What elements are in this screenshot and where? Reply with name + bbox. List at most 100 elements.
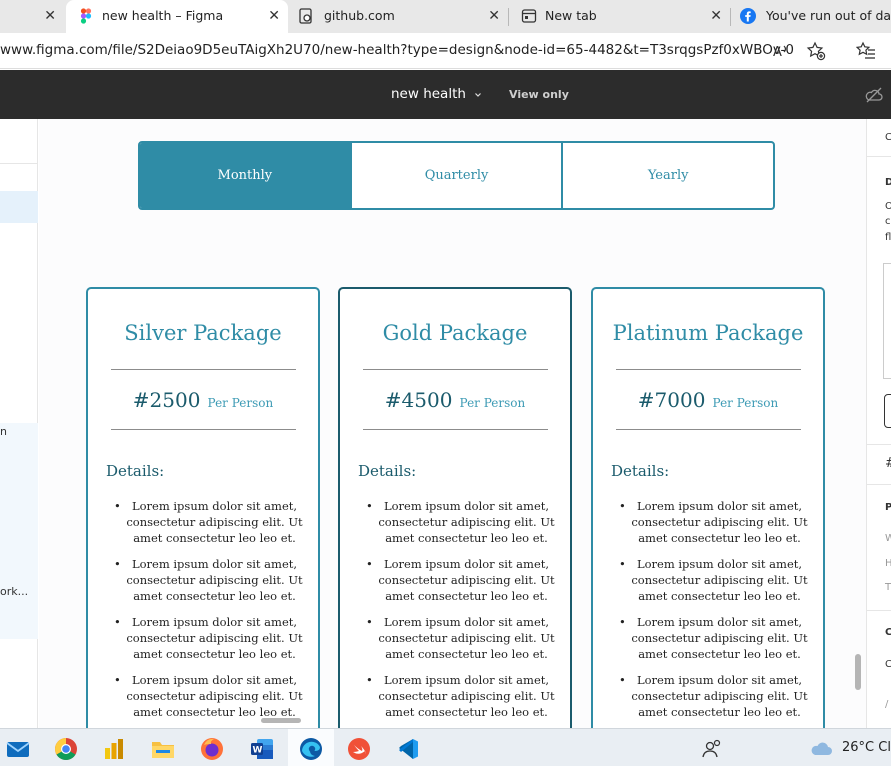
svg-text:W: W [253, 746, 263, 756]
price-unit: Per Person [712, 396, 779, 410]
browser-tab-facebook[interactable]: You've run out of data. [730, 0, 891, 33]
panel-label: C [885, 659, 891, 670]
copy-button[interactable] [884, 394, 891, 428]
feature-item: Lorem ipsum dolor sit amet, consectetur … [114, 672, 305, 720]
file-explorer-icon[interactable] [151, 737, 175, 761]
divider [616, 429, 801, 430]
panel-divider [0, 163, 38, 164]
panel-label: P [885, 502, 891, 513]
close-icon[interactable]: ✕ [710, 8, 722, 24]
chevron-down-icon[interactable] [473, 90, 483, 100]
card-price: #4500 Per Person [340, 388, 570, 412]
panel-label: D [885, 177, 891, 188]
feature-item: Lorem ipsum dolor sit amet, consectetur … [366, 556, 557, 604]
layer-group-highlight [0, 423, 38, 639]
panel-label: # [885, 456, 891, 471]
browser-tab-figma[interactable]: new health – Figma ✕ [66, 0, 288, 33]
billing-option-quarterly[interactable]: Quarterly [349, 143, 562, 208]
feature-item: Lorem ipsum dolor sit amet, consectetur … [366, 614, 557, 662]
vertical-scrollbar[interactable] [855, 654, 861, 690]
layers-panel: n ork... [0, 119, 38, 728]
github-icon [299, 8, 312, 24]
close-icon[interactable]: ✕ [488, 8, 500, 24]
tab-title: New tab [545, 8, 597, 23]
price-unit: Per Person [207, 396, 274, 410]
price-unit: Per Person [459, 396, 526, 410]
divider [111, 369, 296, 370]
feature-item: Lorem ipsum dolor sit amet, consectetur … [619, 614, 810, 662]
panel-divider [867, 484, 891, 485]
view-only-badge: View only [509, 88, 569, 101]
panel-label: / [885, 699, 889, 710]
feature-list: Lorem ipsum dolor sit amet, consectetur … [366, 498, 557, 728]
close-icon[interactable]: ✕ [44, 8, 56, 24]
weather-temperature[interactable]: 26°C Cl [842, 740, 891, 755]
panel-label: C [885, 627, 891, 638]
divider [111, 429, 296, 430]
panel-label: C [885, 132, 891, 143]
facebook-icon [740, 8, 756, 24]
selected-layer-row[interactable] [0, 191, 38, 223]
chrome-icon[interactable] [54, 737, 78, 761]
divider [363, 429, 548, 430]
power-bi-icon[interactable] [102, 737, 126, 761]
cloud-icon[interactable] [810, 736, 834, 760]
read-aloud-icon[interactable]: A [771, 41, 791, 61]
feature-item: Lorem ipsum dolor sit amet, consectetur … [114, 556, 305, 604]
panel-divider [867, 156, 891, 157]
panel-label: O [885, 201, 891, 212]
browser-tab-new-tab[interactable]: New tab ✕ [509, 0, 730, 33]
feature-list: Lorem ipsum dolor sit amet, consectetur … [114, 498, 305, 728]
properties-panel: C D O c fl # P W H T C C / [866, 119, 891, 728]
file-name[interactable]: new health [391, 86, 466, 102]
word-icon[interactable]: W [250, 737, 274, 761]
people-icon[interactable] [700, 737, 724, 761]
billing-option-monthly[interactable]: Monthly [140, 143, 350, 208]
url-field[interactable]: www.figma.com/file/S2Deiao9D5euTAigXh2U7… [0, 42, 794, 58]
svg-text:A: A [773, 45, 782, 60]
divider [616, 369, 801, 370]
panel-divider [867, 610, 891, 611]
close-icon[interactable]: ✕ [268, 8, 280, 24]
divider [363, 369, 548, 370]
horizontal-scrollbar[interactable] [261, 718, 301, 723]
mail-icon[interactable] [6, 737, 30, 761]
panel-label: H [885, 558, 891, 569]
design-canvas[interactable]: Monthly Quarterly Yearly Silver Package … [39, 119, 866, 728]
price-amount: #4500 [384, 388, 453, 412]
tab-title: You've run out of data. [766, 8, 891, 23]
feature-item: Lorem ipsum dolor sit amet, consectetur … [619, 556, 810, 604]
pricing-card-silver: Silver Package #2500 Per Person Details:… [86, 287, 320, 728]
browser-tab-strip: ✕ new health – Figma ✕ github.com ✕ New … [0, 0, 891, 33]
pricing-card-platinum: Platinum Package #7000 Per Person Detail… [591, 287, 825, 728]
card-title: Platinum Package [612, 321, 804, 345]
pricing-card-gold: Gold Package #4500 Per Person Details: L… [338, 287, 572, 728]
new-tab-icon [521, 9, 537, 23]
browser-tab[interactable]: ✕ [0, 0, 66, 33]
layer-label[interactable]: n [0, 425, 7, 438]
favorites-icon[interactable] [856, 41, 876, 61]
feature-item: Lorem ipsum dolor sit amet, consectetur … [114, 498, 305, 546]
add-favorite-icon[interactable] [806, 41, 826, 61]
tab-title: github.com [324, 8, 395, 23]
description-box [883, 263, 891, 379]
card-price: #2500 Per Person [88, 388, 318, 412]
swift-icon[interactable] [347, 737, 371, 761]
firefox-icon[interactable] [200, 737, 224, 761]
panel-divider [867, 444, 891, 445]
feature-item: Lorem ipsum dolor sit amet, consectetur … [114, 614, 305, 662]
details-label: Details: [106, 462, 165, 480]
billing-period-toggle: Monthly Quarterly Yearly [138, 141, 775, 210]
figma-toolbar: new health View only [0, 70, 891, 119]
browser-tab-github[interactable]: github.com ✕ [288, 0, 508, 33]
weather-condition: Cl [878, 740, 891, 755]
card-price: #7000 Per Person [593, 388, 823, 412]
vscode-icon[interactable] [396, 737, 420, 761]
cloud-off-icon [865, 87, 883, 103]
feature-item: Lorem ipsum dolor sit amet, consectetur … [366, 498, 557, 546]
tab-title: new health – Figma [102, 8, 224, 23]
layer-label[interactable]: ork... [0, 585, 28, 598]
edge-icon[interactable] [299, 737, 323, 761]
temperature-value: 26°C [842, 740, 875, 755]
billing-option-yearly[interactable]: Yearly [561, 143, 773, 208]
